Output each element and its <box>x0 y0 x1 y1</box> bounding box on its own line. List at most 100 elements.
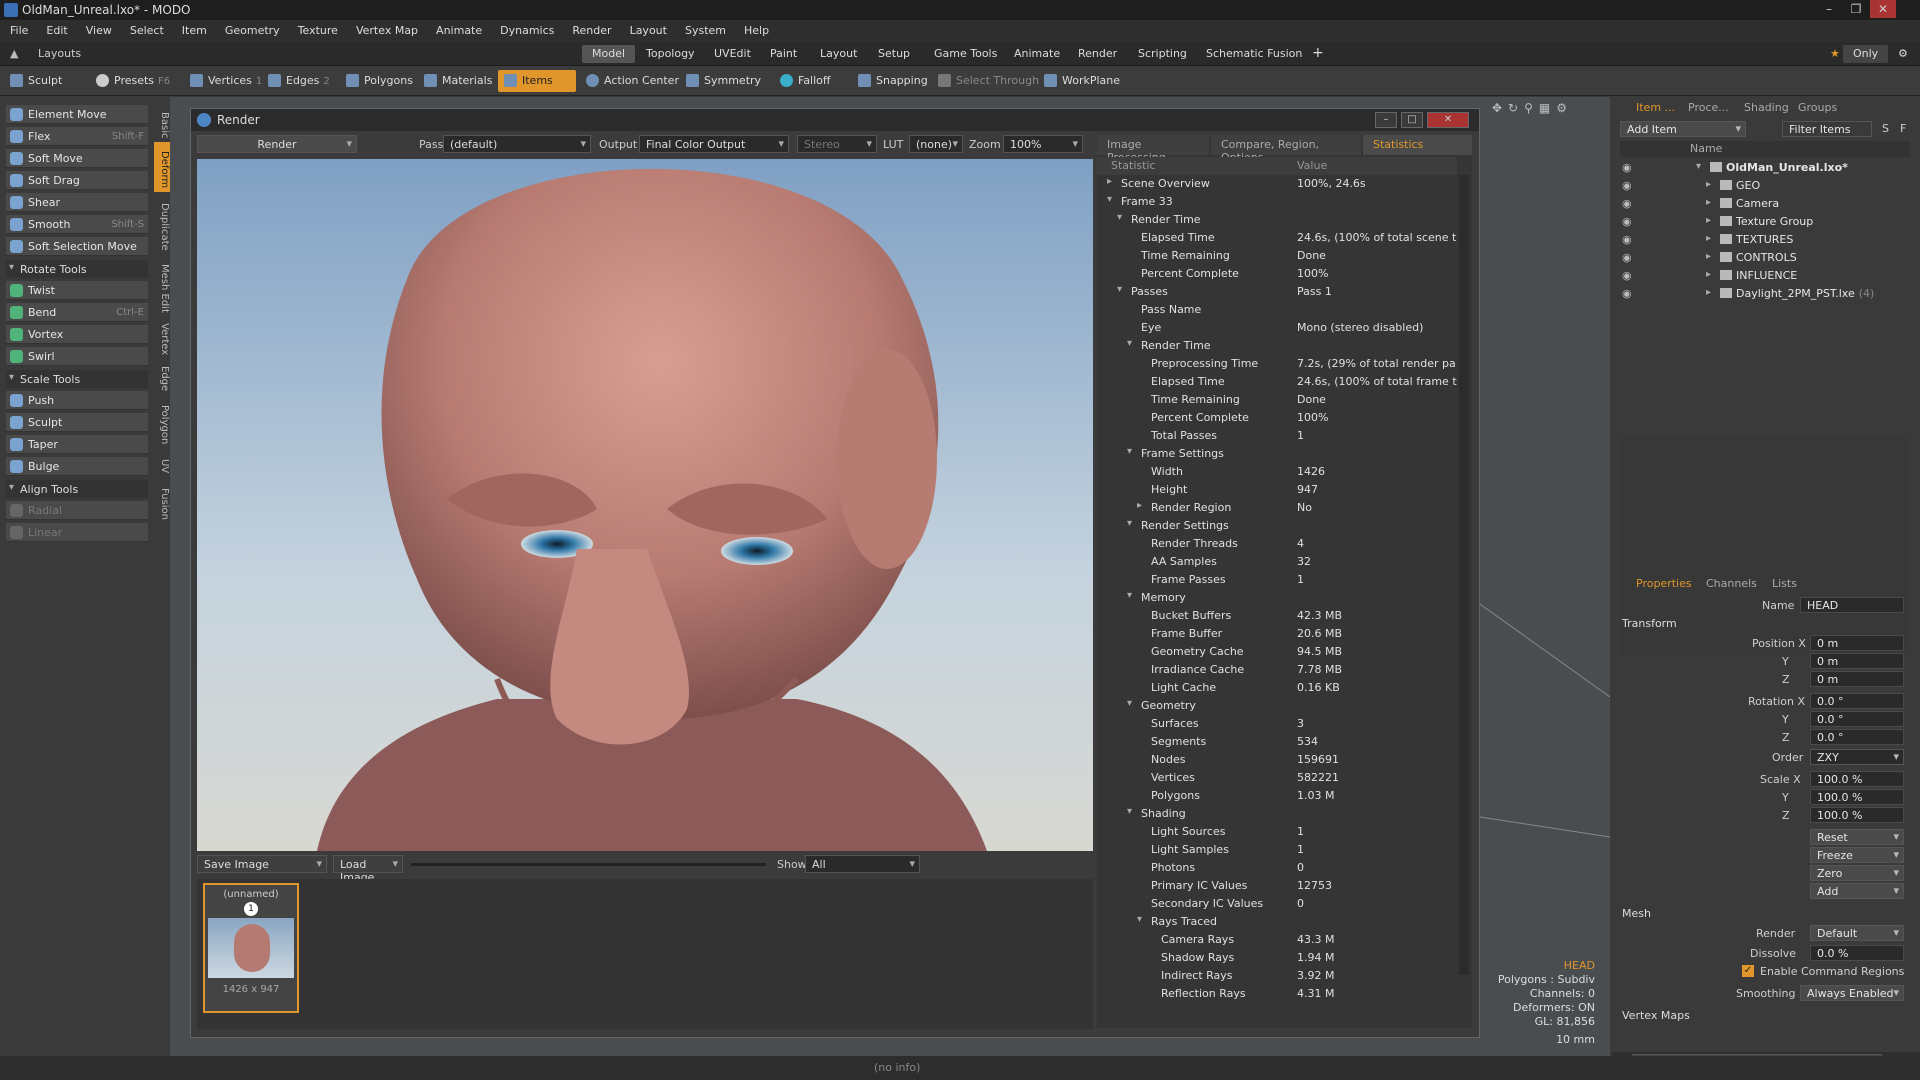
save-image-button[interactable]: Save Image <box>197 855 327 873</box>
tab-properties[interactable]: Properties <box>1628 575 1700 593</box>
item-tree-row[interactable]: ◉ ▸ TEXTURES <box>1620 231 1900 249</box>
rotation-z-field[interactable]: 0.0 ° <box>1810 729 1904 745</box>
menu-select[interactable]: Select <box>120 20 172 37</box>
stat-row[interactable]: Height 947 <box>1097 481 1457 499</box>
mesh-header[interactable]: Mesh <box>1622 907 1651 920</box>
stat-row[interactable]: Elapsed Time 24.6s, (100% of total frame … <box>1097 373 1457 391</box>
filter-items-input[interactable]: Filter Items <box>1782 121 1872 137</box>
stat-row[interactable]: Light Samples 1 <box>1097 841 1457 859</box>
expand-arrow-icon[interactable]: ▸ <box>1137 500 1142 511</box>
tool-sculpt[interactable]: Sculpt <box>6 413 148 432</box>
stat-row[interactable]: Nodes 159691 <box>1097 751 1457 769</box>
menu-vertex-map[interactable]: Vertex Map <box>346 20 426 37</box>
render-button[interactable]: Render <box>197 135 357 153</box>
visibility-eye-icon[interactable]: ◉ <box>1622 197 1632 210</box>
tree-expand-arrow-icon[interactable]: ▸ <box>1706 251 1711 262</box>
stat-row[interactable]: Elapsed Time 24.6s, (100% of total scene … <box>1097 229 1457 247</box>
vtab-edge[interactable]: Edge <box>154 358 170 394</box>
zero-dropdown[interactable]: Zero <box>1810 865 1904 881</box>
stat-row[interactable]: Width 1426 <box>1097 463 1457 481</box>
vtab-deform[interactable]: Deform <box>154 142 170 192</box>
tree-expand-arrow-icon[interactable]: ▸ <box>1706 197 1711 208</box>
tool-soft-drag[interactable]: Soft Drag <box>6 171 148 190</box>
stat-row[interactable]: Secondary IC Values 0 <box>1097 895 1457 913</box>
tab-uvedit[interactable]: UVEdit <box>704 45 761 63</box>
tab-topology[interactable]: Topology <box>636 45 705 63</box>
filter-s-toggle[interactable]: S <box>1882 122 1889 135</box>
collapse-arrow-icon[interactable]: ▾ <box>1127 446 1132 457</box>
collapse-arrow-icon[interactable]: ▾ <box>1127 518 1132 529</box>
expand-arrow-icon[interactable]: ▸ <box>1107 176 1112 187</box>
tool-flex[interactable]: Flex Shift-F <box>6 127 148 146</box>
render-maximize-button[interactable]: □ <box>1401 112 1423 128</box>
stat-row[interactable]: ▾ Rays Traced <box>1097 913 1457 931</box>
tree-expand-arrow-icon[interactable]: ▸ <box>1706 215 1711 226</box>
tree-expand-arrow-icon[interactable]: ▸ <box>1706 179 1711 190</box>
stat-row[interactable]: Polygons 1.03 M <box>1097 787 1457 805</box>
stat-row[interactable]: ▾ Render Time <box>1097 337 1457 355</box>
tab-item-list[interactable]: Item ... <box>1628 99 1683 117</box>
item-tree-row[interactable]: ◉ ▸ Camera <box>1620 195 1900 213</box>
stat-row[interactable]: Irradiance Cache 7.78 MB <box>1097 661 1457 679</box>
stat-row[interactable]: Preprocessing Time 7.2s, (29% of total re… <box>1097 355 1457 373</box>
scale-tools-header[interactable]: Scale Tools <box>6 370 148 388</box>
close-button[interactable]: ✕ <box>1870 0 1896 18</box>
scale-z-field[interactable]: 100.0 % <box>1810 807 1904 823</box>
select-through-button[interactable]: Select Through <box>932 70 1045 92</box>
visibility-eye-icon[interactable]: ◉ <box>1622 269 1632 282</box>
collapse-arrow-icon[interactable]: ▾ <box>1127 338 1132 349</box>
stat-row[interactable]: ▾ Render Time <box>1097 211 1457 229</box>
menu-geometry[interactable]: Geometry <box>215 20 288 37</box>
stat-row[interactable]: Eye Mono (stereo disabled) <box>1097 319 1457 337</box>
smoothing-select[interactable]: Always Enabled <box>1800 985 1904 1001</box>
visibility-eye-icon[interactable]: ◉ <box>1622 233 1632 246</box>
tool-shear[interactable]: Shear <box>6 193 148 212</box>
tool-swirl[interactable]: Swirl <box>6 347 148 366</box>
visibility-eye-icon[interactable]: ◉ <box>1622 287 1632 300</box>
vtab-fusion[interactable]: Fusion <box>154 478 170 524</box>
item-tree-row[interactable]: ◉ ▸ Daylight_2PM_PST.lxe (4) <box>1620 285 1900 303</box>
stat-row[interactable]: ▾ Frame Settings <box>1097 445 1457 463</box>
tool-push[interactable]: Push <box>6 391 148 410</box>
enable-command-regions-checkbox[interactable]: ✓ <box>1742 965 1754 977</box>
tree-expand-arrow-icon[interactable]: ▾ <box>1696 161 1701 172</box>
layouts-icon[interactable]: ▲ <box>10 47 18 60</box>
tab-process[interactable]: Proce... <box>1680 99 1737 117</box>
vtab-mesh-edit[interactable]: Mesh Edit <box>154 256 170 314</box>
stat-row[interactable]: Reflection Rays 4.31 M <box>1097 985 1457 1003</box>
stat-row[interactable]: Camera Rays 43.3 M <box>1097 931 1457 949</box>
scale-y-field[interactable]: 100.0 % <box>1810 789 1904 805</box>
stat-row[interactable]: Shadow Rays 1.94 M <box>1097 949 1457 967</box>
load-image-button[interactable]: Load Image <box>333 855 403 884</box>
tree-expand-arrow-icon[interactable]: ▸ <box>1706 287 1711 298</box>
add-item-dropdown[interactable]: Add Item <box>1620 121 1746 137</box>
tab-shading[interactable]: Shading <box>1736 99 1797 117</box>
visibility-eye-icon[interactable]: ◉ <box>1622 161 1632 174</box>
visibility-eye-icon[interactable]: ◉ <box>1622 215 1632 228</box>
vtab-basic[interactable]: Basic <box>154 104 170 140</box>
minimize-button[interactable]: – <box>1816 0 1842 18</box>
visibility-eye-icon[interactable]: ◉ <box>1622 179 1632 192</box>
only-toggle[interactable]: Only <box>1843 45 1889 63</box>
item-tree-row[interactable]: ◉ ▸ CONTROLS <box>1620 249 1900 267</box>
tab-lists[interactable]: Lists <box>1764 575 1805 593</box>
stat-row[interactable]: ▾ Shading <box>1097 805 1457 823</box>
add-tab-button[interactable]: + <box>1302 45 1334 63</box>
stat-row[interactable]: ▸ Scene Overview 100%, 24.6s <box>1097 175 1457 193</box>
tool-bulge[interactable]: Bulge <box>6 457 148 476</box>
collapse-arrow-icon[interactable]: ▾ <box>1127 698 1132 709</box>
vertex-maps-header[interactable]: Vertex Maps <box>1622 1009 1690 1022</box>
tool-twist[interactable]: Twist <box>6 281 148 300</box>
reset-dropdown[interactable]: Reset <box>1810 829 1904 845</box>
tab-render[interactable]: Render <box>1068 45 1127 63</box>
tree-expand-arrow-icon[interactable]: ▸ <box>1706 269 1711 280</box>
stat-row[interactable]: Photons 0 <box>1097 859 1457 877</box>
menu-render[interactable]: Render <box>562 20 619 37</box>
snapping-button[interactable]: Snapping <box>852 70 934 92</box>
position-x-field[interactable]: 0 m <box>1810 635 1904 651</box>
menu-animate[interactable]: Animate <box>426 20 490 37</box>
item-tree-row[interactable]: ◉ ▸ GEO <box>1620 177 1900 195</box>
tool-soft-selection-move[interactable]: Soft Selection Move <box>6 237 148 256</box>
materials-mode-button[interactable]: Materials <box>418 70 498 92</box>
stat-row[interactable]: Surfaces 3 <box>1097 715 1457 733</box>
